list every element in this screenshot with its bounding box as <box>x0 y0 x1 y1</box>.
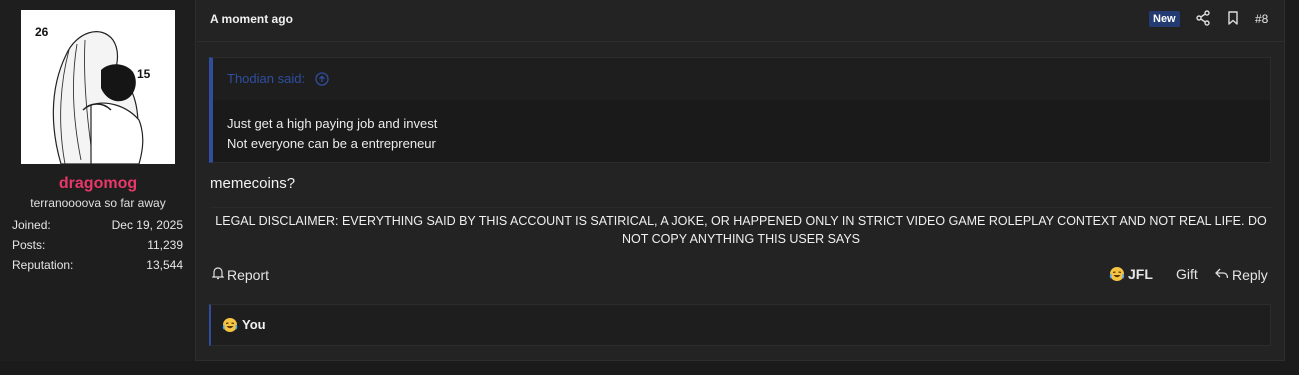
post-header: A moment ago New #8 <box>197 0 1284 42</box>
react-label: JFL <box>1128 266 1153 282</box>
post-number[interactable]: #8 <box>1255 12 1268 26</box>
quote-body: Just get a high paying job and invest No… <box>213 100 1270 162</box>
reactions-bar[interactable]: You <box>209 304 1271 346</box>
reply-label: Reply <box>1232 266 1268 283</box>
user-stats: Joined: Dec 19, 2025 Posts: 11,239 Reput… <box>12 218 183 278</box>
avatar-illustration: 26 15 <box>21 10 175 164</box>
signature-divider <box>210 207 1272 208</box>
stat-joined: Joined: Dec 19, 2025 <box>12 218 183 238</box>
user-title: terranoooova so far away <box>30 196 166 210</box>
bookmark-icon[interactable] <box>1226 10 1240 26</box>
stat-value: Dec 19, 2025 <box>111 218 183 232</box>
post-main: A moment ago New #8 Thodian said: Just g… <box>197 0 1284 361</box>
reactions-text[interactable]: You <box>242 317 266 345</box>
stat-label: Joined: <box>12 218 51 232</box>
signature: LEGAL DISCLAIMER: EVERYTHING SAID BY THI… <box>215 214 1267 246</box>
report-label: Report <box>227 266 270 283</box>
avatar-label-left: 26 <box>35 25 49 39</box>
quote-line: Just get a high paying job and invest <box>227 116 438 131</box>
gift-button[interactable]: Gift <box>1176 266 1198 282</box>
gift-label: Gift <box>1176 266 1198 282</box>
quote-author[interactable]: Thodian said: <box>227 71 305 86</box>
stat-reputation: Reputation: 13,544 <box>12 258 183 278</box>
stat-value[interactable]: 11,239 <box>147 238 183 258</box>
new-badge: New <box>1149 11 1180 27</box>
crying-laughing-emoji-icon <box>222 317 238 333</box>
avatar-label-right: 15 <box>137 67 151 81</box>
quote-block: Thodian said: Just get a high paying job… <box>209 57 1271 163</box>
reply-button[interactable]: Reply <box>1214 266 1268 283</box>
stat-label: Posts: <box>12 238 46 252</box>
stat-label: Reputation: <box>12 258 74 272</box>
crying-laughing-emoji-icon <box>1109 266 1125 282</box>
quote-header[interactable]: Thodian said: <box>213 58 1270 100</box>
report-button[interactable]: Report <box>211 266 270 283</box>
react-button[interactable]: JFL <box>1109 266 1153 282</box>
stat-posts: Posts: 11,239 <box>12 238 183 258</box>
arrow-up-circle-icon[interactable] <box>315 72 329 89</box>
avatar[interactable]: 26 15 <box>21 10 175 164</box>
reply-arrow-icon <box>1214 266 1229 283</box>
username[interactable]: dragomog <box>0 175 196 193</box>
stat-value: 13,544 <box>146 258 183 272</box>
post-actions: Report JFL Gift Reply <box>210 266 1272 286</box>
post-time[interactable]: A moment ago <box>210 12 293 26</box>
share-icon[interactable] <box>1196 10 1210 26</box>
user-sidebar: 26 15 dragomog terranoooova so far away … <box>0 0 196 361</box>
bell-icon <box>211 266 225 283</box>
post-message: memecoins? <box>210 175 296 192</box>
post: 26 15 dragomog terranoooova so far away … <box>0 0 1285 361</box>
quote-line: Not everyone can be a entrepreneur <box>227 136 436 151</box>
